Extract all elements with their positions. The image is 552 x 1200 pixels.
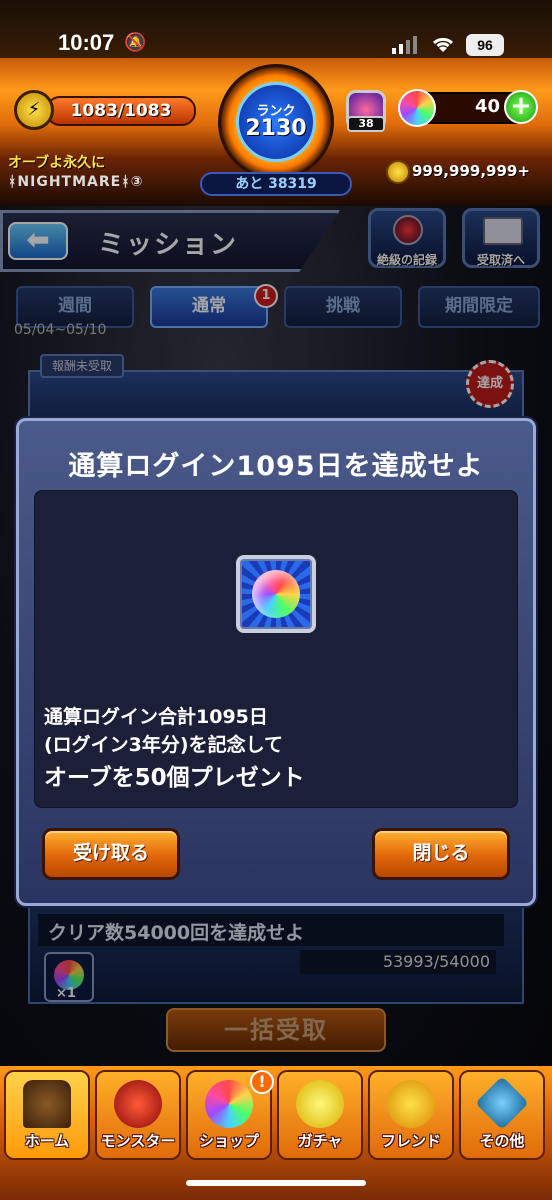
home-icon	[23, 1080, 71, 1128]
coin-icon	[386, 160, 410, 184]
dialog-description-line: (ログイン3年分)を記念して	[44, 734, 284, 756]
orb-icon	[398, 89, 436, 127]
orb-count: 40	[474, 96, 500, 117]
nav-home[interactable]: ホーム	[4, 1070, 90, 1160]
nav-monster[interactable]: モンスター	[95, 1070, 181, 1160]
nav-label: ホーム	[24, 1132, 70, 1150]
player-name: オーブよ永久に	[8, 155, 106, 171]
nav-label: その他	[479, 1132, 525, 1150]
stamina-icon: ⚡	[14, 90, 54, 130]
orb-icon	[205, 1080, 253, 1128]
status-clock: 10:07	[58, 30, 115, 55]
coin-count: 999,999,999+	[412, 162, 530, 180]
nav-gacha[interactable]: ガチャ	[277, 1070, 363, 1160]
monster-icon	[114, 1080, 162, 1128]
orb-icon	[252, 570, 300, 618]
nav-friend[interactable]: フレンド	[368, 1070, 454, 1160]
rank-value: 2130	[245, 116, 307, 141]
buy-orb-button[interactable]: +	[504, 90, 538, 124]
stamina-value: 1083/1083	[70, 101, 172, 121]
nav-label: フレンド	[380, 1132, 441, 1150]
dialog-title: 通算ログイン1095日を達成せよ	[68, 451, 484, 482]
home-indicator	[186, 1180, 366, 1186]
mute-icon: 🔕	[124, 32, 147, 53]
receive-button[interactable]: 受け取る	[42, 828, 180, 880]
signal-icon	[392, 36, 422, 54]
luck-count: 38	[347, 116, 385, 132]
nav-other[interactable]: その他	[459, 1070, 545, 1160]
shop-alert-badge: !	[250, 1070, 274, 1094]
nav-label: ガチャ	[297, 1132, 343, 1150]
close-button[interactable]: 閉じる	[372, 828, 510, 880]
dialog-description-line: 通算ログイン合計1095日	[44, 706, 268, 728]
dialog-description-line: オーブを50個プレゼント	[44, 765, 305, 791]
wifi-icon	[430, 34, 456, 54]
player-title: ᚼNIGHTMAREᚼ③	[8, 174, 144, 190]
friend-icon	[387, 1080, 435, 1128]
nav-label: ショップ	[198, 1132, 259, 1150]
other-icon	[475, 1076, 529, 1130]
gacha-egg-icon	[296, 1080, 344, 1128]
exp-remaining: あと 38319	[200, 172, 352, 196]
battery-indicator: 96	[466, 34, 504, 56]
nav-label: モンスター	[100, 1132, 176, 1150]
